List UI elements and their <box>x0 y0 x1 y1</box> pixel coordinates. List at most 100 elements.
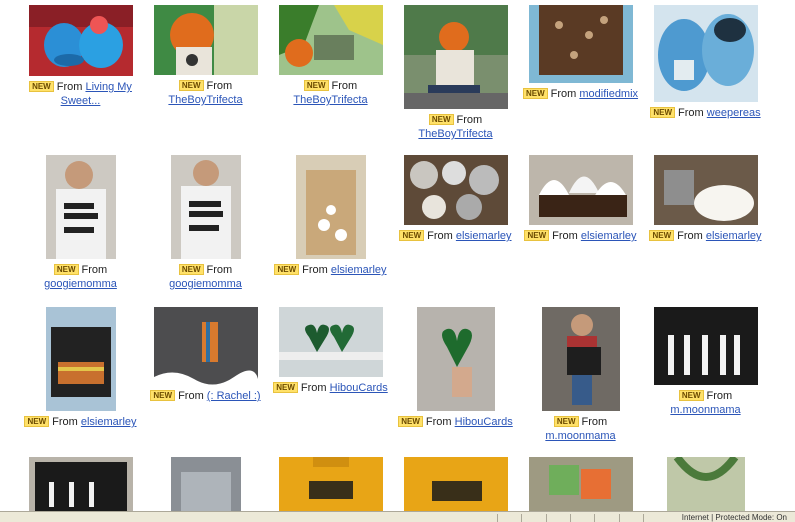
thumbnail-image[interactable] <box>295 155 366 259</box>
user-link[interactable]: googiemomma <box>169 278 242 290</box>
photo-icon <box>653 155 758 225</box>
thumbnail-image[interactable] <box>170 155 241 259</box>
thumbnail-image[interactable] <box>528 457 633 511</box>
photo-icon <box>170 457 241 511</box>
thumbnail-image[interactable] <box>403 155 508 225</box>
list-item: NEW From TheBoyTrifecta <box>268 5 393 107</box>
photo-icon <box>278 5 383 75</box>
list-item: NEW From weepereas <box>643 5 768 120</box>
user-link[interactable]: elsiemarley <box>331 264 387 276</box>
thumbnail-image[interactable] <box>653 155 758 225</box>
user-link[interactable]: (: Rachel :) <box>207 390 261 402</box>
new-badge: NEW <box>303 80 329 91</box>
list-item <box>518 457 643 511</box>
user-link[interactable]: TheBoyTrifecta <box>293 94 367 106</box>
list-item: NEW From elsiemarley <box>643 155 768 243</box>
new-badge: NEW <box>178 80 204 91</box>
new-badge: NEW <box>29 81 54 92</box>
list-item <box>143 457 268 511</box>
photo-icon <box>153 5 258 75</box>
new-badge: NEW <box>524 230 550 241</box>
from-label: From <box>206 80 233 92</box>
thumbnail-image[interactable] <box>528 5 633 83</box>
user-link[interactable]: TheBoyTrifecta <box>168 94 242 106</box>
thumbnail-image[interactable] <box>541 307 620 411</box>
thumbnail-image[interactable] <box>528 155 633 225</box>
thumbnail-image[interactable] <box>153 307 258 385</box>
user-link[interactable]: TheBoyTrifecta <box>418 128 492 140</box>
from-label: From <box>677 230 703 242</box>
photo-icon <box>295 155 366 259</box>
thumbnail-image[interactable] <box>403 457 508 511</box>
thumbnail-image[interactable] <box>653 5 758 102</box>
list-item: NEW From HibouCards <box>268 307 393 395</box>
photo-icon <box>403 5 508 109</box>
list-item: NEW From HibouCards <box>393 307 518 429</box>
list-item: NEW From elsiemarley <box>268 155 393 277</box>
from-label: From <box>52 416 78 428</box>
thumbnail-image[interactable] <box>416 307 495 411</box>
new-badge: NEW <box>274 264 300 275</box>
list-item: NEW From m.moonmama <box>518 307 643 443</box>
user-link[interactable]: m.moonmama <box>670 404 740 416</box>
photo-icon <box>403 457 508 511</box>
user-link[interactable]: elsiemarley <box>706 230 762 242</box>
new-badge: NEW <box>178 264 204 275</box>
photo-icon <box>666 457 745 511</box>
thumbnail-image[interactable] <box>45 155 116 259</box>
list-item: NEW From googiemomma <box>18 155 143 291</box>
from-label: From <box>56 81 83 93</box>
from-label: From <box>581 416 608 428</box>
user-link[interactable]: HibouCards <box>455 416 513 428</box>
list-item: NEW From TheBoyTrifecta <box>143 5 268 107</box>
from-label: From <box>427 230 453 242</box>
new-badge: NEW <box>649 230 675 241</box>
thumbnail-image[interactable] <box>278 5 383 75</box>
thumbnail-image[interactable] <box>153 5 258 75</box>
photo-icon <box>28 457 133 511</box>
photo-icon <box>403 155 508 225</box>
user-link[interactable]: weepereas <box>707 107 761 119</box>
photo-icon <box>170 155 241 259</box>
user-link[interactable]: elsiemarley <box>456 230 512 242</box>
thumbnail-image[interactable] <box>45 307 116 411</box>
list-item: NEW From (: Rachel :) <box>143 307 268 403</box>
user-link[interactable]: elsiemarley <box>581 230 637 242</box>
list-item: NEW From elsiemarley <box>18 307 143 429</box>
user-link[interactable]: HibouCards <box>330 382 388 394</box>
thumbnail-image[interactable] <box>278 457 383 511</box>
new-badge: NEW <box>24 416 50 427</box>
thumbnail-image[interactable] <box>653 307 758 385</box>
new-badge: NEW <box>53 264 79 275</box>
user-link[interactable]: modifiedmix <box>579 88 638 100</box>
thumbnail-image[interactable] <box>28 5 133 76</box>
slippers-photo-icon <box>28 5 133 76</box>
user-link[interactable]: elsiemarley <box>81 416 137 428</box>
new-badge: NEW <box>399 230 425 241</box>
thumbnail-image[interactable] <box>170 457 241 511</box>
list-item: NEW From TheBoyTrifecta <box>393 5 518 141</box>
user-link[interactable]: googiemomma <box>44 278 117 290</box>
photo-icon <box>653 307 758 385</box>
user-link[interactable]: m.moonmama <box>545 430 615 442</box>
from-label: From <box>550 88 577 100</box>
list-item: NEW From googiemomma <box>143 155 268 291</box>
from-label: From <box>206 264 233 276</box>
list-item: NEW From Living My Sweet... <box>18 5 143 108</box>
thumbnail-image[interactable] <box>666 457 745 511</box>
new-badge: NEW <box>428 114 454 125</box>
thumbnail-image[interactable] <box>278 307 383 377</box>
thumbnail-image[interactable] <box>28 457 133 511</box>
list-item <box>268 457 393 511</box>
new-badge: NEW <box>678 390 704 401</box>
new-badge: NEW <box>522 88 548 99</box>
from-label: From <box>331 80 358 92</box>
from-label: From <box>552 230 578 242</box>
new-badge: NEW <box>273 382 298 393</box>
photo-icon <box>278 457 383 511</box>
from-label: From <box>456 114 483 126</box>
from-label: From <box>300 382 327 394</box>
thumbnail-image[interactable] <box>403 5 508 109</box>
list-item: NEW From elsiemarley <box>518 155 643 243</box>
from-label: From <box>81 264 108 276</box>
